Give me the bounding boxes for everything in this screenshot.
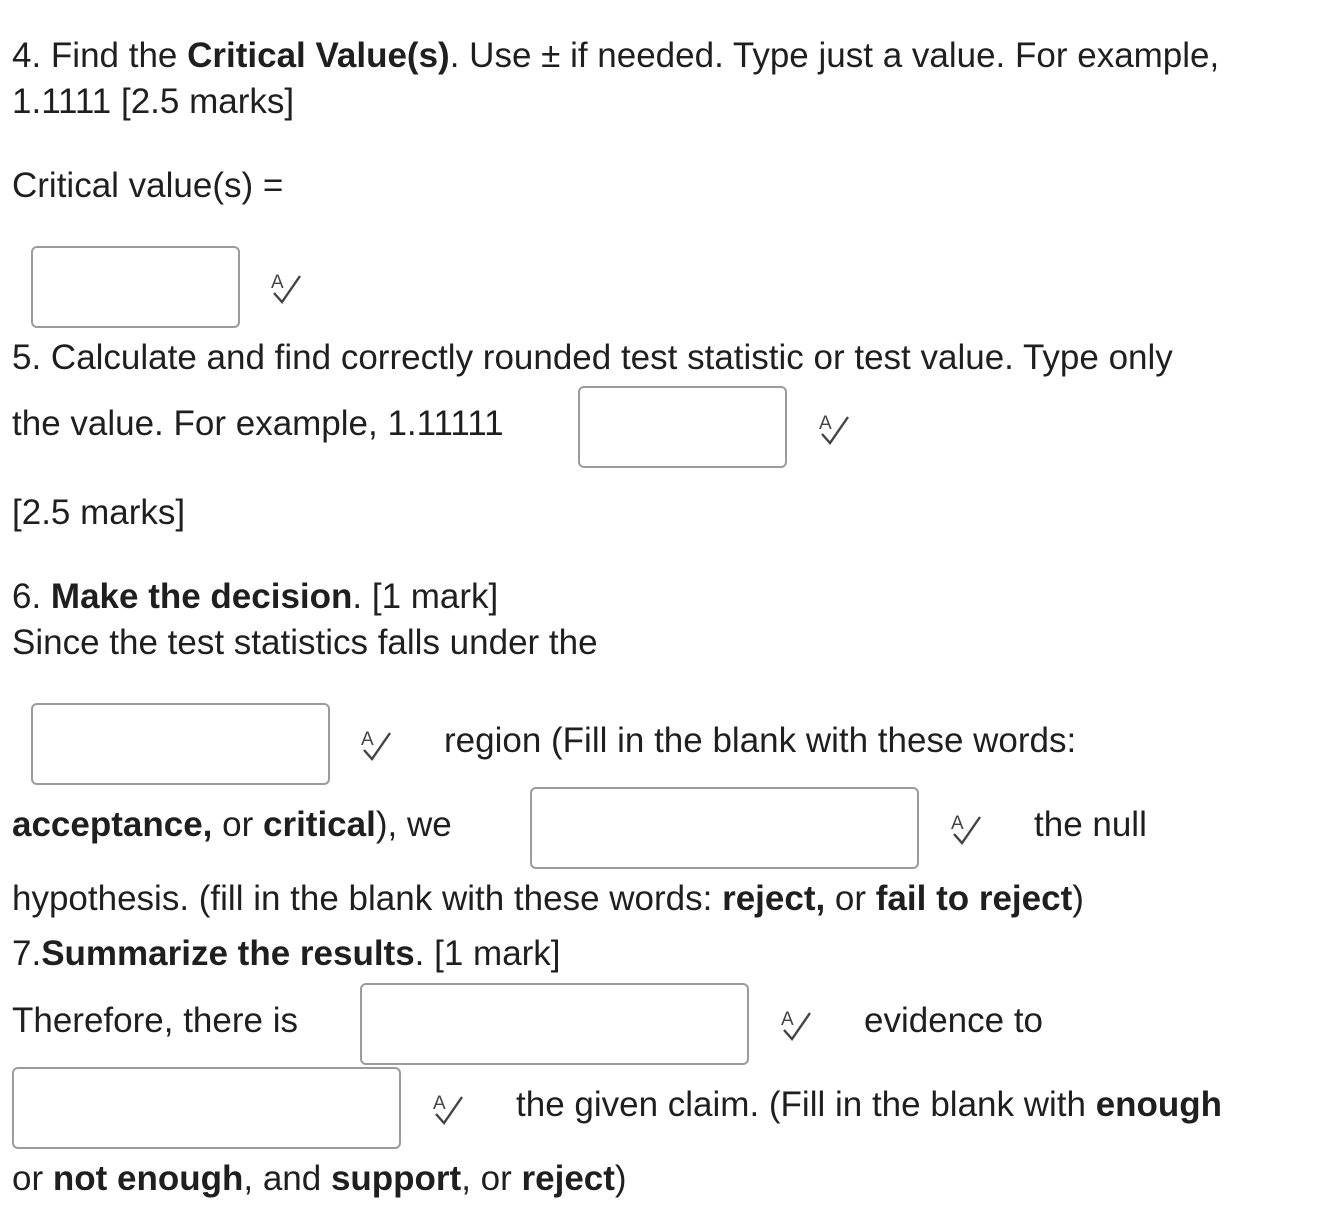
the-null-text: the null: [1034, 805, 1147, 844]
spellcheck-icon[interactable]: A: [358, 727, 394, 763]
svg-text:A: A: [361, 729, 374, 750]
region-options: acceptance, or critical), we: [12, 805, 452, 844]
svg-text:A: A: [819, 413, 832, 434]
region-input[interactable]: [31, 703, 330, 785]
q5-title: 5. Calculate and find correctly rounded …: [12, 338, 1173, 377]
given-claim-text: the given claim. (Fill in the blank with…: [516, 1085, 1223, 1124]
evidence-to-text: evidence to: [864, 1001, 1044, 1040]
test-statistic-input[interactable]: [578, 386, 787, 468]
spellcheck-icon[interactable]: A: [948, 811, 984, 847]
q6-title: 6. Make the decision. [1 mark]: [12, 577, 499, 616]
critical-value-input[interactable]: [31, 246, 240, 328]
claim-input[interactable]: [12, 1067, 401, 1149]
critical-value-label: Critical value(s) =: [12, 166, 284, 205]
svg-text:A: A: [433, 1093, 446, 1114]
spellcheck-icon[interactable]: A: [816, 411, 852, 447]
q7-title: 7.Summarize the results. [1 mark]: [12, 934, 561, 973]
svg-text:A: A: [271, 272, 284, 293]
spellcheck-icon[interactable]: A: [430, 1091, 466, 1127]
q5-marks: [2.5 marks]: [12, 493, 186, 532]
q6-sentence-start: Since the test statistics falls under th…: [12, 623, 598, 662]
hypothesis-instruction: hypothesis. (fill in the blank with thes…: [12, 879, 1084, 918]
q4-title: 4. Find the Critical Value(s). Use ± if …: [12, 36, 1220, 75]
decision-input[interactable]: [530, 787, 919, 869]
spellcheck-icon[interactable]: A: [268, 270, 304, 306]
region-instruction: region (Fill in the blank with these wor…: [444, 721, 1077, 760]
q5-subtitle: the value. For example, 1.11111: [12, 404, 504, 443]
svg-text:A: A: [781, 1009, 794, 1030]
svg-text:A: A: [951, 813, 964, 834]
spellcheck-icon[interactable]: A: [778, 1007, 814, 1043]
therefore-text: Therefore, there is: [12, 1001, 298, 1040]
q4-subtitle: 1.1111 [2.5 marks]: [12, 82, 295, 121]
claim-options: or not enough, and support, or reject): [12, 1159, 627, 1198]
evidence-input[interactable]: [360, 983, 749, 1065]
